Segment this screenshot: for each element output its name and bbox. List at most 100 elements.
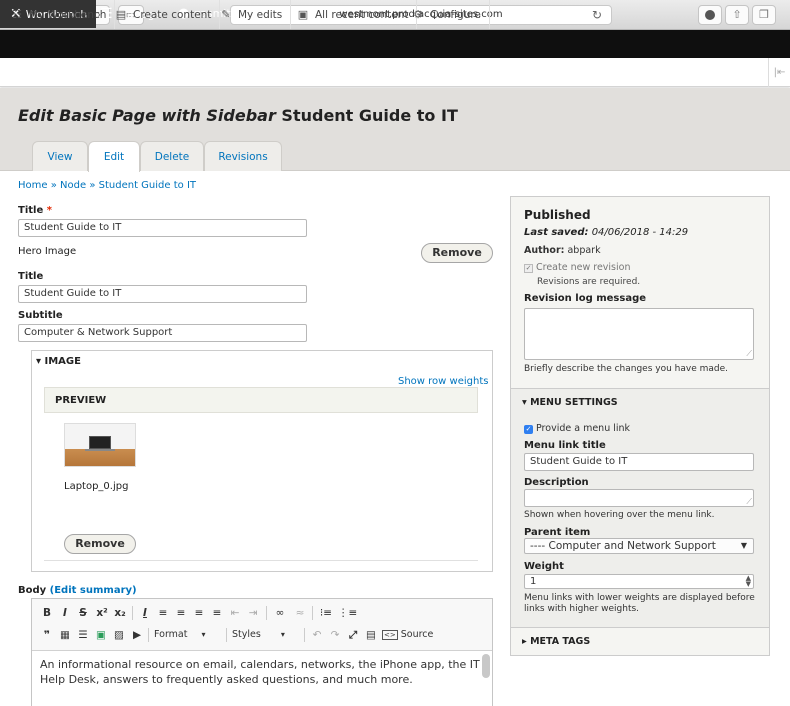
editor-scrollbar[interactable] (482, 654, 490, 678)
weight-help: Menu links with lower weights are displa… (524, 593, 755, 614)
blockquote-icon[interactable]: ❞ (40, 625, 54, 645)
tray-my-workbench[interactable]: ☷ My Workbench (4, 0, 116, 29)
tray-all-recent[interactable]: ▣ All recent content (290, 0, 418, 29)
meta-tags-toggle[interactable]: ▸ META TAGS (522, 636, 590, 647)
download-button[interactable] (698, 5, 722, 25)
resize-handle-icon[interactable]: ⟋ (746, 349, 752, 359)
toolbar-divider (132, 606, 133, 620)
format-dropdown[interactable]: Format ▾ (154, 625, 234, 645)
checkbox-icon: ✓ (524, 264, 533, 273)
image-icon[interactable]: ▣ (94, 625, 108, 645)
edit-summary-link[interactable]: (Edit summary) (50, 585, 137, 596)
parent-item-select[interactable]: ---- Computer and Network Support ▼ (524, 538, 754, 554)
strikethrough-icon[interactable]: S (76, 603, 90, 623)
breadcrumb-current[interactable]: Student Guide to IT (99, 180, 196, 191)
show-blocks-icon[interactable]: ▤ (364, 625, 378, 645)
title-input[interactable]: Student Guide to IT (18, 219, 307, 237)
tray-create-content[interactable]: ▤ Create content (108, 0, 221, 29)
tabs-button[interactable]: ❐ (752, 5, 776, 25)
resize-handle-icon[interactable]: ⟋ (746, 498, 752, 506)
label-text: Body (18, 585, 47, 596)
new-revision-checkbox[interactable]: ✓ Create new revision (524, 262, 630, 273)
align-center-icon[interactable]: ≡ (174, 603, 188, 623)
tray-label: Configure (430, 9, 481, 21)
remove-format-icon[interactable]: I (138, 603, 152, 623)
toolbar-divider (148, 628, 149, 642)
tab-revisions[interactable]: Revisions (204, 141, 282, 171)
tab-label: Delete (154, 151, 190, 163)
horizontal-rule-icon[interactable]: ☰ (76, 625, 90, 645)
tray-configure[interactable]: ⚙ Configure (405, 0, 490, 29)
hero-remove-button[interactable]: Remove (421, 243, 493, 263)
bulleted-list-icon[interactable]: ⁝≡ (318, 603, 334, 623)
breadcrumb-separator: » (89, 180, 96, 191)
breadcrumb-separator: » (50, 180, 57, 191)
revisions-required-note: Revisions are required. (537, 277, 641, 287)
description-input[interactable]: ⟋ (524, 489, 754, 507)
subtitle-label: Subtitle (18, 310, 63, 321)
revision-log-textarea[interactable]: ⟋ (524, 308, 754, 360)
align-left-icon[interactable]: ≡ (156, 603, 170, 623)
dropdown-label: Format (154, 629, 188, 640)
show-row-weights-link[interactable]: Show row weights (398, 376, 488, 387)
table-icon[interactable]: ▦ (58, 625, 72, 645)
tab-edit[interactable]: Edit (88, 141, 140, 172)
unlink-icon[interactable]: ≈ (292, 603, 308, 623)
redo-icon[interactable]: ↷ (328, 625, 342, 645)
source-button[interactable]: <> Source (382, 625, 442, 645)
select-value: ---- Computer and Network Support (530, 540, 716, 552)
styles-dropdown[interactable]: Styles ▾ (232, 625, 312, 645)
weight-stepper[interactable]: 1 ▲ ▼ (524, 574, 754, 589)
collapse-tray-icon[interactable]: |⇤ (768, 58, 790, 87)
toolbar-divider (312, 606, 313, 620)
outdent-icon[interactable]: ⇤ (228, 603, 242, 623)
image-section-toggle[interactable]: ▾ IMAGE (36, 356, 81, 367)
description-label: Description (524, 477, 589, 488)
undo-icon[interactable]: ↶ (310, 625, 324, 645)
menu-title-input[interactable]: Student Guide to IT (524, 453, 754, 471)
justify-icon[interactable]: ≡ (210, 603, 224, 623)
hero-title-input[interactable]: Student Guide to IT (18, 285, 307, 303)
superscript-icon[interactable]: x² (94, 603, 110, 623)
link-icon[interactable]: ∞ (272, 603, 288, 623)
share-button[interactable]: ⇧ (725, 5, 749, 25)
provide-menu-checkbox[interactable]: ✓ Provide a menu link (524, 423, 630, 434)
numbered-list-icon[interactable]: ⋮≡ (338, 603, 357, 623)
menu-settings-toggle[interactable]: ▾ MENU SETTINGS (522, 397, 618, 408)
breadcrumb: Home » Node » Student Guide to IT (18, 180, 196, 191)
tray-label: Create content (133, 9, 212, 21)
bold-icon[interactable]: B (40, 603, 54, 623)
stepper-arrows-icon[interactable]: ▲ ▼ (746, 575, 751, 588)
input-value: Student Guide to IT (24, 288, 122, 299)
breadcrumb-home[interactable]: Home (18, 180, 48, 191)
chevron-down-icon: ▾ (280, 630, 285, 639)
chevron-down-icon: ▾ (201, 630, 206, 639)
tab-delete[interactable]: Delete (140, 141, 204, 171)
image-remove-button[interactable]: Remove (64, 534, 136, 554)
italic-icon[interactable]: I (58, 603, 72, 623)
align-right-icon[interactable]: ≡ (192, 603, 206, 623)
media-icon[interactable]: ▨ (112, 625, 126, 645)
weight-label: Weight (524, 561, 564, 572)
tray-label: My Workbench (29, 9, 107, 21)
input-value: Student Guide to IT (24, 222, 122, 233)
checkbox-label: Create new revision (536, 262, 631, 273)
body-label: Body (Edit summary) (18, 585, 137, 596)
subtitle-input[interactable]: Computer & Network Support (18, 324, 307, 342)
video-icon[interactable]: ▶ (130, 625, 144, 645)
preview-label: PREVIEW (55, 395, 107, 406)
source-icon: <> (382, 630, 398, 640)
editor-content[interactable]: An informational resource on email, cale… (40, 657, 480, 687)
button-label: Remove (432, 246, 482, 259)
editor-toolbar-row-1: B I S x² x₂ I ≡ ≡ ≡ ≡ ⇤ ⇥ ∞ ≈ ⁝≡ ⋮≡ (36, 603, 486, 623)
indent-icon[interactable]: ⇥ (246, 603, 260, 623)
title-label: Title * (18, 205, 52, 216)
breadcrumb-node[interactable]: Node (60, 180, 86, 191)
subscript-icon[interactable]: x₂ (112, 603, 128, 623)
maximize-icon[interactable]: ⤢ (346, 625, 360, 645)
laptop-screen-shape (89, 436, 111, 449)
tray-my-edits[interactable]: ✎ My edits (213, 0, 292, 29)
tab-view[interactable]: View (32, 141, 88, 171)
reload-icon[interactable]: ↻ (592, 8, 602, 22)
input-value: Student Guide to IT (530, 456, 628, 467)
